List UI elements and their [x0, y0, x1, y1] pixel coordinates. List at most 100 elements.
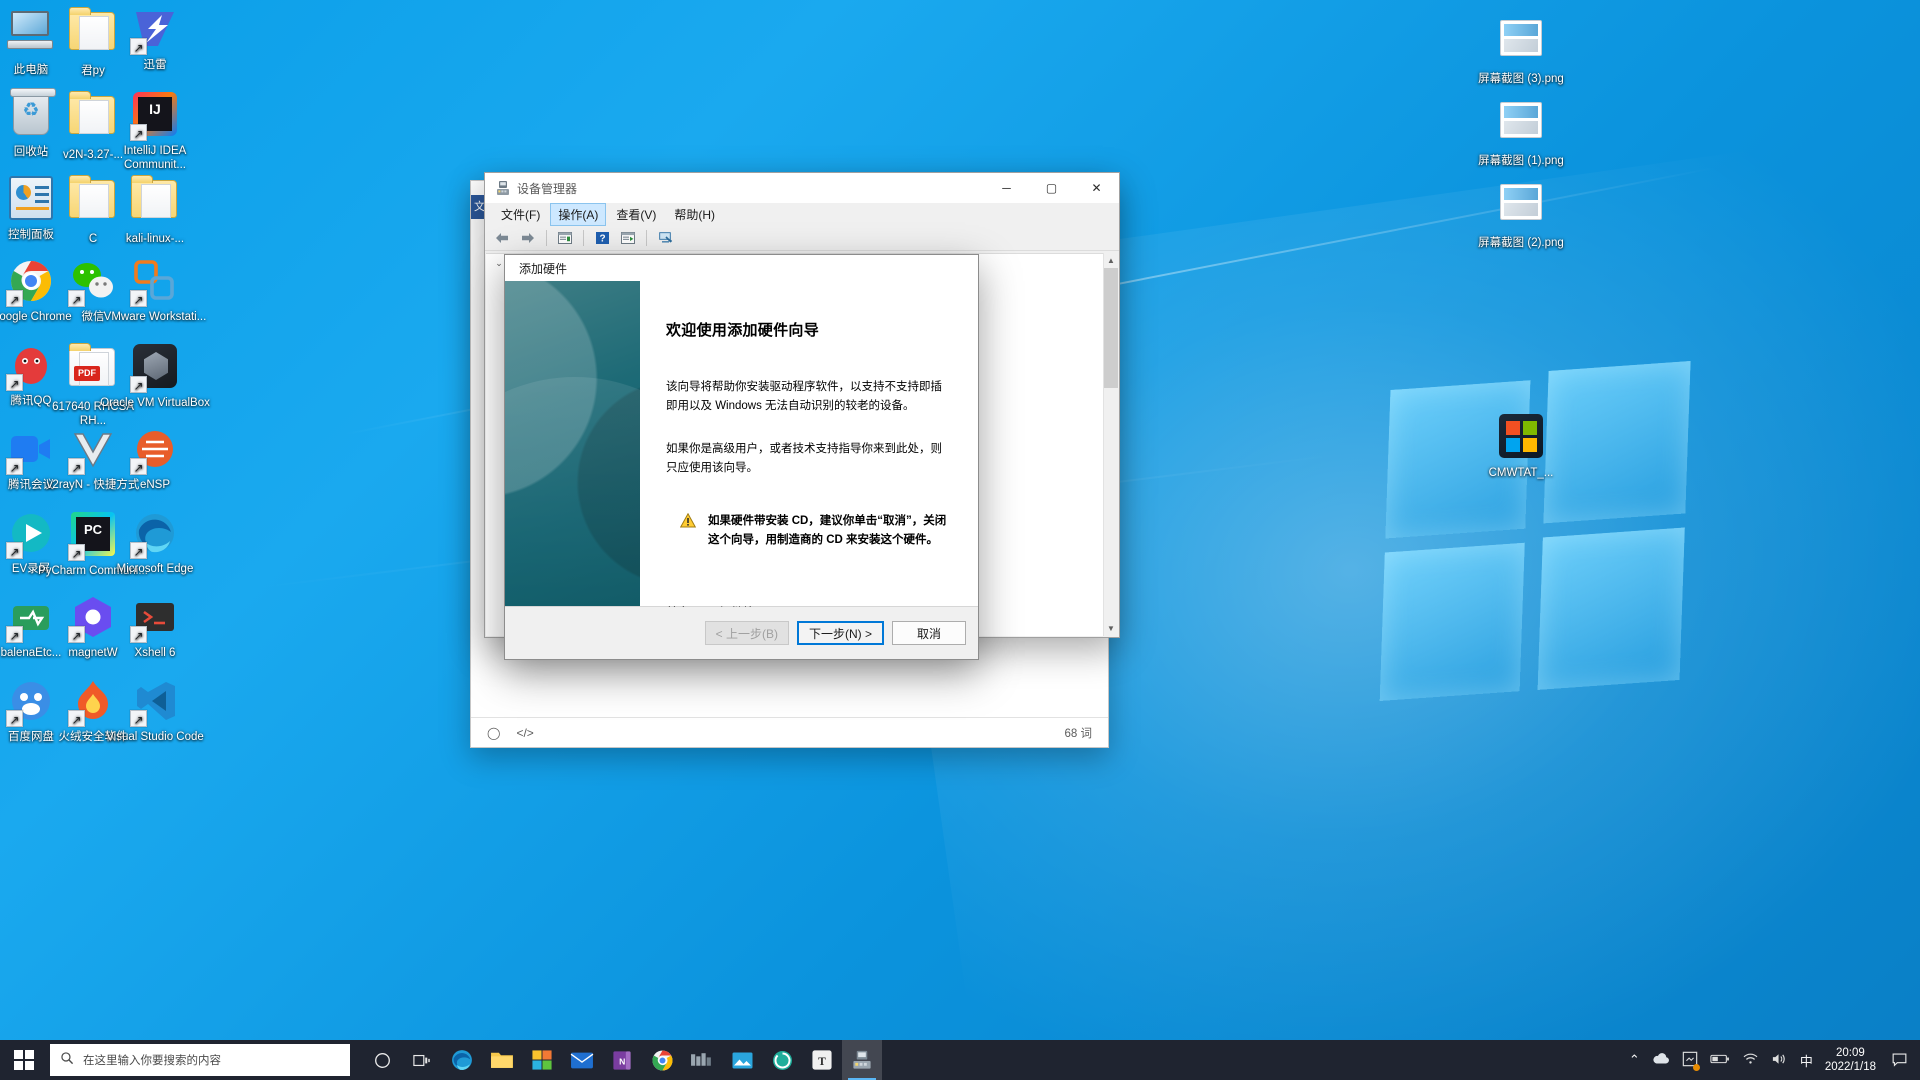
back-arrow-icon[interactable] — [491, 228, 513, 248]
folder-icon — [131, 175, 179, 228]
desktop-icon-label: 屏幕截图 (1).png — [1478, 155, 1564, 167]
wizard-banner-image — [505, 281, 640, 606]
desktop-icon[interactable]: Visual Studio Code — [96, 678, 214, 745]
edge-icon[interactable] — [442, 1040, 482, 1080]
wizard-paragraph-2: 如果你是高级用户，或者技术支持指导你来到此处，则只应使用该向导。 — [666, 443, 942, 474]
system-tray: ⌃ 中 20:09 2022/1/18 — [1629, 1045, 1920, 1075]
edge-icon — [130, 510, 179, 560]
wizard-content: 欢迎使用添加硬件向导 该向导将帮助你安装驱动程序软件，以支持不支持即插即用以及 … — [640, 281, 978, 619]
menu-item-0[interactable]: 文件(F) — [493, 203, 548, 226]
desktop-icon[interactable]: 屏幕截图 (2).png — [1462, 178, 1580, 251]
close-button[interactable]: ✕ — [1074, 173, 1119, 203]
desktop-icon[interactable]: VMware Workstati... — [96, 258, 214, 325]
warning-triangle-icon — [679, 512, 697, 550]
battery-icon[interactable] — [1710, 1053, 1730, 1068]
help-icon[interactable]: ? — [591, 228, 613, 248]
wizard-title: 添加硬件 — [519, 261, 568, 276]
device-tree-scrollbar[interactable]: ▲ ▼ — [1103, 253, 1118, 636]
chevron-up-icon[interactable]: ⌃ — [1629, 1052, 1640, 1068]
desktop-icon[interactable]: kali-linux-... — [96, 174, 214, 247]
svg-text:N: N — [619, 1056, 625, 1066]
scroll-up-arrow[interactable]: ▲ — [1104, 253, 1118, 268]
wifi-icon[interactable] — [1742, 1052, 1759, 1068]
scroll-down-arrow[interactable]: ▼ — [1104, 621, 1118, 636]
wizard-titlebar[interactable]: 添加硬件 — [505, 255, 978, 281]
desktop-icon[interactable]: CMWTAT_... — [1462, 412, 1580, 481]
menu-item-3[interactable]: 帮助(H) — [666, 203, 723, 226]
ensp-icon — [130, 426, 179, 476]
maximize-button[interactable]: ▢ — [1029, 173, 1074, 203]
clock-date: 2022/1/18 — [1824, 1061, 1876, 1073]
wizard-warning-text: 如果硬件带安装 CD，建议你单击“取消”，关闭这个向导，用制造商的 CD 来安装… — [708, 515, 947, 546]
scrollbar-thumb[interactable] — [1104, 268, 1118, 388]
search-icon — [60, 1051, 74, 1070]
menu-item-2[interactable]: 查看(V) — [608, 203, 664, 226]
menu-item-1[interactable]: 操作(A) — [550, 202, 607, 226]
page-circle-icon[interactable]: ◯ — [487, 726, 500, 740]
word-word-count: 68 词 — [1064, 727, 1093, 740]
desktop-icon-label: Microsoft Edge — [116, 563, 194, 575]
desktop-icon-label: Oracle VM VirtualBox — [100, 397, 210, 409]
thunder-icon — [130, 6, 179, 56]
cancel-button[interactable]: 取消 — [892, 621, 966, 645]
desktop-icon[interactable]: Microsoft Edge — [96, 510, 214, 577]
clock-time: 20:09 — [1836, 1047, 1865, 1059]
svg-text:T: T — [818, 1056, 826, 1068]
vmware-icon[interactable] — [682, 1040, 722, 1080]
desktop-icon[interactable]: Xshell 6 — [96, 594, 214, 661]
cortana-circle-icon[interactable] — [362, 1040, 402, 1080]
taskbar-pinned-apps: NT — [442, 1040, 882, 1080]
device-manager-titlebar[interactable]: 设备管理器 ─ ▢ ✕ — [485, 173, 1119, 203]
onenote-icon[interactable]: N — [602, 1040, 642, 1080]
properties-icon[interactable] — [554, 228, 576, 248]
minimize-button[interactable]: ─ — [984, 173, 1029, 203]
desktop-icon-label: CMWTAT_... — [1488, 467, 1554, 479]
toolbar-separator — [546, 229, 547, 246]
desktop-icon-label: eNSP — [139, 479, 171, 491]
windows-start-icon[interactable] — [0, 1040, 48, 1080]
desktop-icon[interactable]: 屏幕截图 (1).png — [1462, 96, 1580, 169]
wizard-footer: < 上一步(B) 下一步(N) > 取消 — [505, 607, 978, 659]
desktop-icon[interactable]: 屏幕截图 (3).png — [1462, 14, 1580, 87]
desktop-icon[interactable]: Oracle VM VirtualBox — [96, 342, 214, 411]
taskbar: 在这里输入你要搜索的内容 NT ⌃ 中 20:09 2022/1/18 — [0, 1040, 1920, 1080]
desktop-icon[interactable]: IJ IntelliJ IDEA Communit... — [96, 90, 214, 172]
code-icon[interactable]: </> — [516, 726, 533, 740]
svg-text:?: ? — [599, 233, 605, 244]
desktop-icon[interactable]: eNSP — [96, 426, 214, 493]
next-button[interactable]: 下一步(N) > — [796, 621, 884, 645]
task-view-icon[interactable] — [402, 1040, 442, 1080]
action-center-icon[interactable] — [1888, 1045, 1910, 1075]
search-placeholder: 在这里输入你要搜索的内容 — [83, 1055, 221, 1067]
device-manager-title: 设备管理器 — [517, 181, 578, 196]
taskbar-clock[interactable]: 20:09 2022/1/18 — [1825, 1046, 1876, 1074]
chevron-down-icon[interactable]: ⌄ — [494, 258, 504, 269]
vbox-icon — [130, 344, 179, 394]
forward-arrow-icon[interactable] — [517, 228, 539, 248]
onedrive-icon[interactable] — [1652, 1052, 1670, 1068]
desktop-icon-label: 屏幕截图 (3).png — [1478, 73, 1564, 85]
scan-hardware-icon[interactable] — [654, 228, 676, 248]
screenshot-icon[interactable] — [1682, 1051, 1700, 1071]
recorder-icon[interactable] — [762, 1040, 802, 1080]
file-explorer-icon[interactable] — [482, 1040, 522, 1080]
typora-icon[interactable]: T — [802, 1040, 842, 1080]
banner-arc-decoration — [505, 377, 640, 606]
back-button[interactable]: < 上一步(B) — [704, 621, 789, 645]
add-hardware-wizard-dialog[interactable]: 添加硬件 欢迎使用添加硬件向导 该向导将帮助你安装驱动程序软件，以支持不支持即插… — [504, 254, 979, 660]
mail-icon[interactable] — [562, 1040, 602, 1080]
desktop-icon[interactable]: 迅雷 — [96, 6, 214, 73]
chrome-icon[interactable] — [642, 1040, 682, 1080]
desktop-icon-label: 迅雷 — [143, 59, 167, 71]
png-icon — [1497, 20, 1545, 68]
ime-indicator[interactable]: 中 — [1800, 1051, 1813, 1070]
photos-icon[interactable] — [722, 1040, 762, 1080]
desktop-icon-label: Xshell 6 — [134, 647, 176, 659]
wizard-heading: 欢迎使用添加硬件向导 — [666, 322, 820, 339]
microsoft-store-icon[interactable] — [522, 1040, 562, 1080]
device-manager-icon[interactable] — [842, 1040, 882, 1080]
search-input[interactable]: 在这里输入你要搜索的内容 — [50, 1044, 350, 1076]
update-driver-icon[interactable] — [617, 228, 639, 248]
vmware-icon — [130, 258, 179, 308]
volume-icon[interactable] — [1771, 1052, 1788, 1069]
